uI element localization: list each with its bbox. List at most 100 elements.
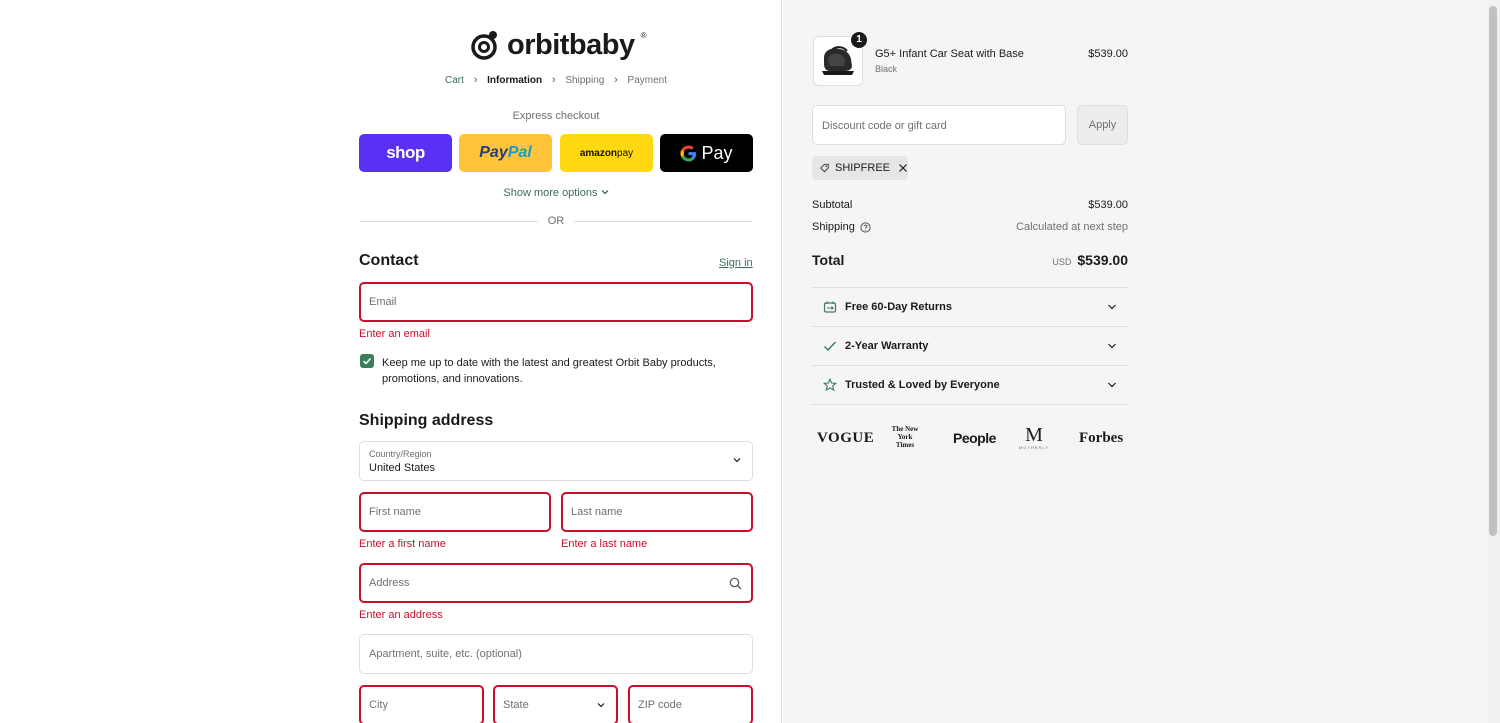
help-icon[interactable] [860, 221, 871, 233]
city-field[interactable]: City [359, 685, 484, 723]
subtotal-row: Subtotal $539.00 [812, 199, 1128, 211]
sign-in-link[interactable]: Sign in [719, 257, 753, 269]
state-placeholder: State [503, 699, 529, 711]
product-price: $539.00 [1088, 48, 1128, 60]
close-icon [899, 164, 907, 172]
orbit-logo-icon [471, 31, 497, 60]
currency-code: USD [1052, 257, 1072, 267]
breadcrumb-shipping: Shipping [565, 75, 605, 86]
people-logo: People [953, 430, 996, 446]
email-field[interactable]: Email [359, 282, 753, 322]
applied-discount-tag: SHIPFREE [812, 156, 908, 180]
apply-label: Apply [1088, 119, 1117, 131]
email-placeholder: Email [369, 296, 397, 308]
or-divider: OR [359, 215, 753, 227]
last-name-error: Enter a last name [561, 538, 648, 550]
brand-logo[interactable]: orbitbaby ® [469, 27, 647, 63]
country-label: Country/Region [369, 449, 432, 459]
subtotal-label: Subtotal [812, 199, 853, 211]
perk-returns-accordion[interactable]: Free 60-Day Returns [812, 287, 1128, 326]
total-value: $539.00 [1077, 252, 1128, 268]
apartment-field[interactable]: Apartment, suite, etc. (optional) [359, 634, 753, 674]
zip-placeholder: ZIP code [638, 699, 682, 711]
marketing-checkbox[interactable] [360, 354, 374, 368]
divider-line [574, 220, 753, 222]
google-pay-label: Pay [701, 142, 733, 163]
first-name-field[interactable]: First name [359, 492, 551, 532]
subtotal-value: $539.00 [1088, 199, 1128, 211]
address-error: Enter an address [359, 609, 443, 621]
search-icon [729, 577, 742, 590]
chevron-down-icon [597, 703, 605, 708]
paypal-label-pal: Pal [507, 144, 532, 161]
address-field[interactable]: Address [359, 563, 753, 603]
tag-icon [820, 163, 829, 173]
discount-code-input[interactable]: Discount code or gift card [812, 105, 1066, 145]
chevron-right-icon: › [614, 74, 618, 86]
amazon-pay-button[interactable]: amazon pay [560, 134, 653, 172]
first-name-error: Enter a first name [359, 538, 446, 550]
apartment-placeholder: Apartment, suite, etc. (optional) [369, 648, 522, 660]
contact-heading: Contact [359, 252, 419, 269]
google-pay-button[interactable]: Pay [660, 134, 753, 172]
google-g-icon [680, 144, 697, 162]
vogue-logo: VOGUE [817, 430, 875, 446]
discount-placeholder: Discount code or gift card [822, 120, 947, 132]
or-divider-text: OR [547, 215, 565, 227]
marketing-checkbox-label[interactable]: Keep me up to date with the latest and g… [382, 355, 742, 387]
paypal-button[interactable]: Pay Pal [459, 134, 552, 172]
shipping-label: Shipping [812, 221, 855, 233]
last-name-placeholder: Last name [571, 506, 623, 518]
perk-warranty-label: 2-Year Warranty [845, 340, 929, 352]
breadcrumb-cart[interactable]: Cart [445, 75, 464, 86]
state-select[interactable]: State [493, 685, 618, 723]
first-name-placeholder: First name [369, 506, 421, 518]
zip-field[interactable]: ZIP code [628, 685, 753, 723]
product-name: G5+ Infant Car Seat with Base [875, 48, 1024, 60]
motherly-logo-text: MOTHERLY [1018, 445, 1050, 450]
check-icon [824, 341, 837, 352]
address-placeholder: Address [369, 577, 410, 589]
total-label: Total [812, 252, 845, 268]
perk-returns-label: Free 60-Day Returns [845, 301, 952, 313]
nyt-logo: The New York Times [891, 425, 919, 449]
chevron-down-icon [1108, 304, 1116, 310]
forbes-logo: Forbes [1079, 430, 1124, 446]
scrollbar[interactable] [1487, 0, 1500, 723]
quantity-badge: 1 [851, 32, 867, 48]
chevron-right-icon: › [551, 74, 556, 86]
chevron-down-icon [601, 190, 609, 195]
country-value: United States [369, 462, 436, 474]
breadcrumb: Cart › Information › Shipping › Payment [359, 74, 753, 86]
shop-pay-label: shop [386, 143, 425, 162]
motherly-logo-mark: M [1025, 424, 1043, 446]
car-seat-image [822, 46, 854, 75]
returns-icon [823, 301, 837, 313]
divider-line [359, 220, 538, 222]
breadcrumb-payment: Payment [627, 75, 667, 86]
perk-trusted-accordion[interactable]: Trusted & Loved by Everyone [812, 365, 1128, 404]
shipping-row: Shipping Calculated at next step [812, 221, 1128, 233]
amazon-pay-label: pay [617, 147, 634, 159]
apply-discount-button[interactable]: Apply [1077, 105, 1128, 145]
total-row: Total USD $539.00 [812, 252, 1128, 270]
shipping-value: Calculated at next step [1016, 221, 1128, 233]
country-select[interactable]: Country/Region United States [359, 441, 753, 481]
show-more-options-button[interactable]: Show more options [359, 187, 753, 199]
applied-discount-code: SHIPFREE [834, 162, 890, 174]
remove-discount-button[interactable] [898, 163, 908, 173]
shipping-address-heading: Shipping address [359, 412, 494, 429]
checkmark-icon [362, 357, 372, 365]
perk-warranty-accordion[interactable]: 2-Year Warranty [812, 326, 1128, 365]
email-error: Enter an email [359, 328, 430, 340]
express-checkout-title: Express checkout [512, 110, 600, 122]
scrollbar-thumb[interactable] [1489, 6, 1497, 536]
last-name-field[interactable]: Last name [561, 492, 753, 532]
star-icon [823, 378, 837, 392]
motherly-logo: M MOTHERLY [1016, 425, 1052, 450]
breadcrumb-information: Information [487, 75, 543, 86]
paypal-label-pay: Pay [479, 144, 508, 161]
trademark-mark: ® [640, 30, 647, 40]
shop-pay-button[interactable]: shop [359, 134, 452, 172]
perk-trusted-label: Trusted & Loved by Everyone [845, 379, 1000, 391]
